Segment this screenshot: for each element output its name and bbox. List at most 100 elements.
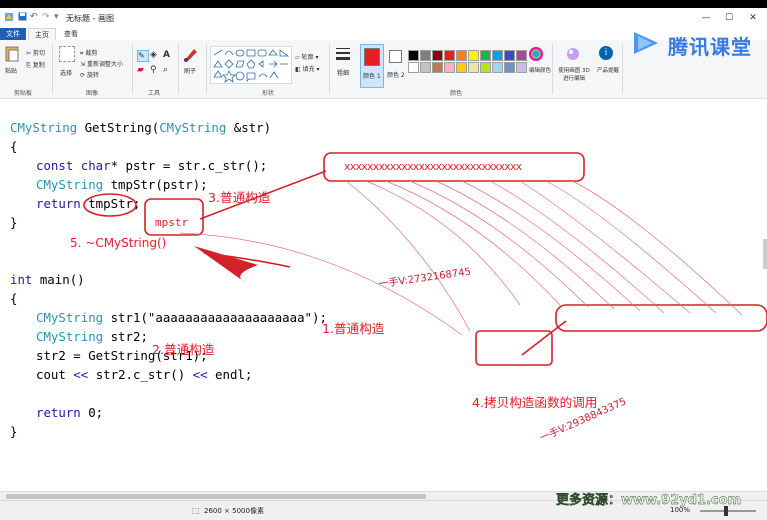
- tab-view[interactable]: 查看: [58, 28, 84, 40]
- customize-quick-access-icon[interactable]: ▾: [54, 12, 59, 22]
- paint-app-icon: [4, 12, 14, 25]
- magnifier-icon[interactable]: ⌕: [163, 65, 168, 75]
- tmpstr-circle: [83, 193, 137, 217]
- color-swatch[interactable]: [456, 62, 467, 73]
- paste-button[interactable]: 粘贴: [4, 44, 24, 80]
- tab-file[interactable]: 文件: [0, 28, 26, 40]
- color-swatch[interactable]: [420, 50, 431, 61]
- annotation-drawing: [83, 152, 767, 366]
- color-swatch[interactable]: [444, 50, 455, 61]
- small-arrow-line: [521, 320, 567, 356]
- select-icon: [59, 46, 75, 62]
- group-divider: [52, 44, 53, 94]
- fill-icon[interactable]: ◈: [150, 50, 157, 60]
- crop-button[interactable]: ⌗ 裁剪: [80, 48, 97, 58]
- select-label: 选择: [60, 70, 73, 77]
- color2-label: 颜色 2: [387, 72, 405, 79]
- rotate-button[interactable]: ⟳ 旋转: [80, 70, 99, 79]
- eraser-icon[interactable]: ▰: [137, 65, 144, 75]
- color1-label: 颜色 1: [363, 73, 381, 80]
- shapes-gallery[interactable]: [210, 46, 292, 84]
- minimize-button[interactable]: —: [697, 11, 715, 25]
- scrollbar-thumb[interactable]: [6, 494, 426, 499]
- annotation-5-destructor: 5. ~CMyString(): [70, 236, 167, 250]
- color-picker-icon[interactable]: ⚲: [150, 65, 157, 75]
- paste-label: 粘贴: [5, 68, 18, 75]
- annotation-xxx-buffer: xxxxxxxxxxxxxxxxxxxxxxxxxxxxxxx: [344, 160, 522, 173]
- shapes-group-label: 形状: [262, 90, 275, 97]
- canvas-size-icon: ⬚: [192, 506, 200, 515]
- copy-button[interactable]: ⎘ 复制: [26, 60, 45, 70]
- title-bar: ↶ ↷ ▾ 无标题 - 画图 — ☐ ✕: [0, 8, 767, 29]
- ribbon: 粘贴 ✂ 剪切 ⎘ 复制 剪贴板 选择 ⌗ 裁剪 ⇲ 重新调整大小 ⟳ 旋转 图…: [0, 32, 767, 99]
- color-palette: [408, 50, 533, 76]
- size-button[interactable]: 粗细: [334, 46, 356, 84]
- color-swatch[interactable]: [408, 50, 419, 61]
- redo-icon[interactable]: ↷: [42, 12, 50, 22]
- canvas-resize-handle[interactable]: [763, 239, 767, 269]
- resize-button[interactable]: ⇲ 重新调整大小: [80, 59, 123, 68]
- product-alert-button[interactable]: i 产品提醒: [596, 46, 619, 86]
- outline-button[interactable]: ▱ 轮廓 ▾: [295, 52, 318, 61]
- drawing-canvas[interactable]: CMyString GetString(CMyString &str) { co…: [0, 99, 767, 491]
- resize-icon: ⇲: [80, 61, 86, 68]
- color-swatch[interactable]: [516, 62, 527, 73]
- color-swatch[interactable]: [516, 50, 527, 61]
- shapes-icon: [213, 49, 290, 83]
- cut-button[interactable]: ✂ 剪切: [26, 48, 45, 57]
- close-button[interactable]: ✕: [744, 11, 762, 25]
- group-divider: [178, 44, 179, 94]
- color-swatch[interactable]: [444, 62, 455, 73]
- colors-group-label: 颜色: [450, 90, 463, 97]
- line-size-icon: [336, 48, 350, 60]
- bottom-watermark: 更多资源：www.92yd1.com: [556, 493, 742, 508]
- clipboard-group-label: 剪贴板: [14, 90, 33, 97]
- brushes-button[interactable]: 刷子: [182, 46, 204, 82]
- color-swatch[interactable]: [480, 62, 491, 73]
- rotate-label: 旋转: [86, 72, 99, 79]
- color-swatch[interactable]: [468, 62, 479, 73]
- maximize-button[interactable]: ☐: [720, 11, 738, 25]
- color1-swatch: [364, 48, 380, 66]
- group-divider: [206, 44, 207, 94]
- group-divider: [622, 44, 623, 94]
- status-bar: ⬚ 2600 × 5000像素 100% 更多资源：www.92yd1.com: [0, 493, 767, 520]
- color-swatch[interactable]: [408, 62, 419, 73]
- pencil-icon[interactable]: ✎: [137, 50, 149, 62]
- undo-icon[interactable]: ↶: [30, 12, 38, 22]
- brushes-label: 刷子: [184, 68, 197, 75]
- size-label: 粗细: [337, 70, 350, 77]
- rotate-icon: ⟳: [80, 72, 86, 79]
- zoom-slider[interactable]: [700, 506, 756, 516]
- copy-label: 复制: [32, 62, 45, 69]
- color-swatch[interactable]: [432, 50, 443, 61]
- paint3d-label: 使用画图 3D 进行编辑: [558, 68, 590, 82]
- arrow-head: [194, 246, 258, 283]
- color1-button[interactable]: 颜色 1: [360, 44, 384, 88]
- color-swatch[interactable]: [432, 62, 443, 73]
- outline-label: 轮廓: [301, 54, 314, 61]
- tencent-classroom-logo: 腾讯课堂: [628, 28, 763, 59]
- color2-button[interactable]: 颜色 2: [385, 44, 407, 86]
- paint-window: ↶ ↷ ▾ 无标题 - 画图 — ☐ ✕ 文件 主页 查看 粘贴 ✂ 剪切 ⎘ …: [0, 8, 767, 520]
- color-swatch[interactable]: [504, 62, 515, 73]
- color-swatch[interactable]: [492, 62, 503, 73]
- color-swatch[interactable]: [492, 50, 503, 61]
- paint3d-button[interactable]: 使用画图 3D 进行编辑: [556, 46, 590, 86]
- color-swatch[interactable]: [420, 62, 431, 73]
- cut-icon: ✂: [26, 50, 32, 57]
- text-icon[interactable]: A: [163, 50, 170, 60]
- fill-button[interactable]: ◧ 填充 ▾: [295, 64, 320, 73]
- color-swatch[interactable]: [468, 50, 479, 61]
- edit-colors-button[interactable]: 编辑颜色: [528, 46, 551, 84]
- color-swatch[interactable]: [480, 50, 491, 61]
- color-swatch[interactable]: [504, 50, 515, 61]
- brush-icon: [184, 49, 197, 62]
- color-swatch[interactable]: [456, 50, 467, 61]
- window-title: 无标题 - 画图: [66, 14, 114, 23]
- annotation-3-normal-ctor: 3.普通构造: [208, 190, 271, 205]
- info-icon: i: [599, 46, 613, 60]
- canvas-dimensions: 2600 × 5000像素: [204, 507, 264, 515]
- save-icon[interactable]: [18, 12, 27, 24]
- select-button[interactable]: 选择: [58, 46, 76, 80]
